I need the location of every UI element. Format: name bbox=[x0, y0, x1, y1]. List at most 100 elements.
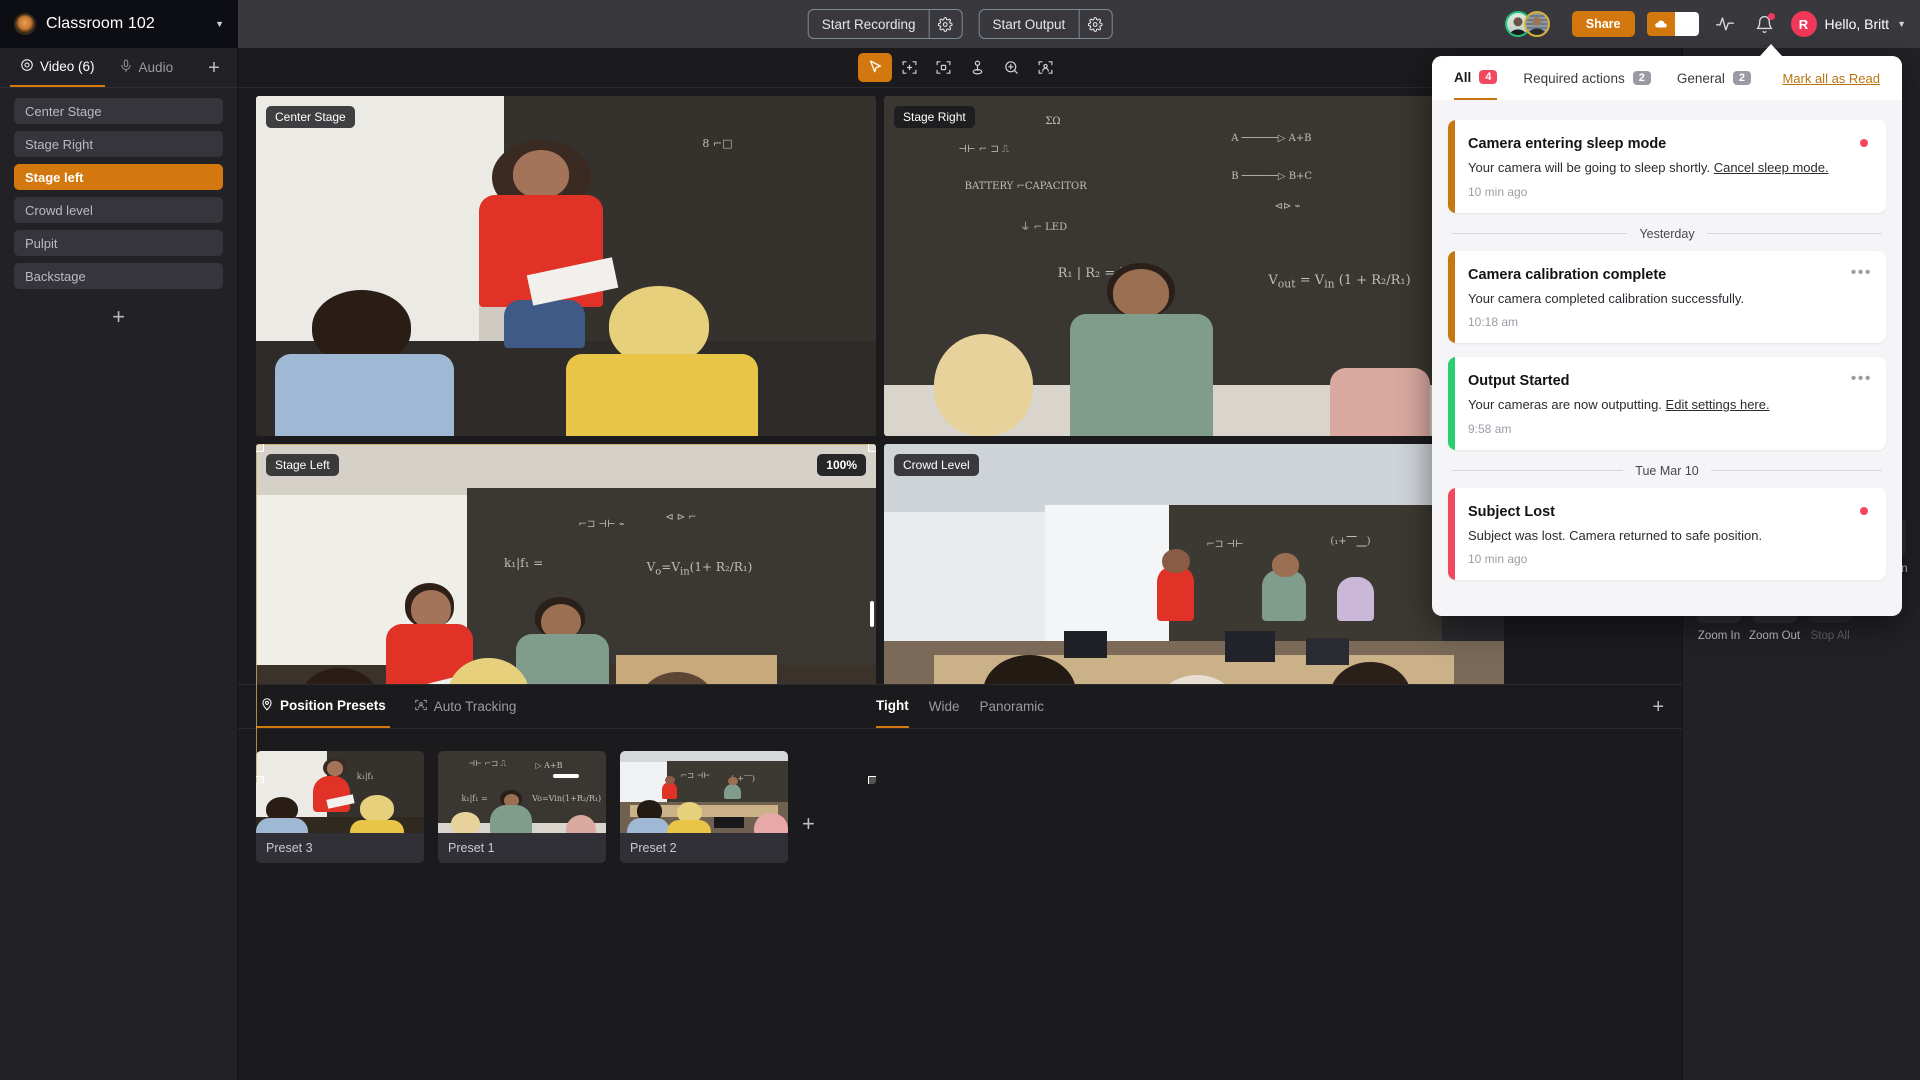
zoom-level-badge: 100% bbox=[817, 454, 866, 476]
preset-card[interactable]: ⌐⊐ ⊣⊢ (₁+⎺) Preset 2 bbox=[620, 751, 788, 863]
stop-all-label: Stop All bbox=[1810, 630, 1850, 642]
notification-item[interactable]: Subject Lost Subject was lost. Camera re… bbox=[1448, 487, 1886, 581]
notification-body-text: Your cameras are now outputting. bbox=[1468, 397, 1662, 413]
tab-audio[interactable]: Audio bbox=[109, 48, 184, 87]
notification-action-link[interactable]: Cancel sleep mode. bbox=[1714, 160, 1829, 175]
activity-monitor-icon[interactable] bbox=[1711, 10, 1739, 38]
sidebar-item-pulpit[interactable]: Pulpit bbox=[14, 230, 223, 256]
divider-line bbox=[1706, 233, 1883, 235]
resize-handle[interactable] bbox=[256, 444, 264, 452]
tab-all[interactable]: All 4 bbox=[1454, 57, 1498, 100]
start-recording-button[interactable]: Start Recording bbox=[809, 10, 929, 38]
severity-accent-bar bbox=[1448, 357, 1455, 450]
tab-general[interactable]: General 2 bbox=[1677, 57, 1751, 100]
tab-video-label: Video (6) bbox=[40, 59, 95, 74]
source-type-tabs: Video (6) Audio + bbox=[0, 48, 237, 88]
fov-tight[interactable]: Tight bbox=[875, 685, 909, 728]
preset-card[interactable]: k₁|f₁ Preset 3 bbox=[256, 751, 424, 863]
popover-arrow bbox=[1760, 44, 1782, 56]
preset-name: Preset 2 bbox=[630, 841, 677, 855]
preset-card[interactable]: ⊣⊢ ⌐⊐ ⎍ ▷ A+B k₁|f₁ = Vo=Vin(1+R₂/R₁) Pr… bbox=[438, 751, 606, 863]
cursor-tool[interactable] bbox=[858, 53, 892, 82]
pan-handle-bottom[interactable] bbox=[553, 774, 579, 778]
add-preset-tile-button[interactable]: + bbox=[802, 813, 815, 835]
tab-required-actions-label: Required actions bbox=[1523, 70, 1625, 86]
resize-handle[interactable] bbox=[868, 776, 876, 784]
notification-body: Your camera completed calibration succes… bbox=[1468, 290, 1745, 306]
video-tile-label: Crowd Level bbox=[894, 454, 979, 476]
notification-item[interactable]: Camera calibration complete Your camera … bbox=[1448, 250, 1886, 344]
notification-title: Subject Lost bbox=[1468, 503, 1556, 520]
cloud-output-toggle[interactable] bbox=[1646, 12, 1699, 36]
video-tile-center-stage[interactable]: R₁ | R₂ 8 ⌐□ Center Stage bbox=[256, 96, 876, 436]
divider-line bbox=[1710, 470, 1883, 472]
chevron-down-icon: ▼ bbox=[1897, 19, 1906, 29]
sidebar-item-backstage[interactable]: Backstage bbox=[14, 263, 223, 289]
divider-line bbox=[1452, 233, 1628, 235]
fov-wide[interactable]: Wide bbox=[929, 685, 960, 728]
share-button[interactable]: Share bbox=[1571, 11, 1635, 37]
notification-more-menu-icon[interactable]: ••• bbox=[1851, 264, 1872, 281]
notification-title: Output Started bbox=[1468, 373, 1570, 390]
avatar[interactable] bbox=[1523, 11, 1550, 37]
start-output-group[interactable]: Start Output bbox=[978, 9, 1113, 39]
notification-item[interactable]: Camera entering sleep mode Your camera w… bbox=[1448, 120, 1886, 213]
severity-accent-bar bbox=[1448, 120, 1455, 213]
sidebar-item-crowd-level[interactable]: Crowd level bbox=[14, 197, 223, 223]
presets-tabs: Position Presets Auto Tracking Tight Wid… bbox=[238, 685, 1682, 729]
tab-auto-tracking[interactable]: Auto Tracking bbox=[410, 685, 521, 728]
workspace-selector[interactable]: Classroom 102 ▼ bbox=[0, 0, 238, 48]
notification-action-link[interactable]: Edit settings here. bbox=[1666, 397, 1770, 412]
user-menu[interactable]: R Hello, Britt ▼ bbox=[1790, 11, 1906, 37]
resize-handle[interactable] bbox=[256, 776, 264, 784]
fov-panoramic[interactable]: Panoramic bbox=[979, 685, 1044, 728]
zoom-tool[interactable] bbox=[994, 53, 1028, 82]
resize-handle[interactable] bbox=[868, 444, 876, 452]
preset-name: Preset 1 bbox=[448, 841, 495, 855]
date-divider-label: Tue Mar 10 bbox=[1635, 463, 1699, 478]
tab-required-actions[interactable]: Required actions 2 bbox=[1523, 57, 1651, 100]
notification-timestamp: 10:18 am bbox=[1468, 315, 1519, 330]
app-logo-icon bbox=[14, 13, 36, 35]
tab-auto-tracking-label: Auto Tracking bbox=[433, 699, 517, 714]
mark-all-as-read-link[interactable]: Mark all as Read bbox=[1782, 71, 1880, 86]
notifications-bell-icon[interactable] bbox=[1751, 10, 1779, 38]
tab-audio-label: Audio bbox=[138, 60, 174, 75]
user-greeting: Hello, Britt bbox=[1824, 16, 1890, 32]
start-output-button[interactable]: Start Output bbox=[980, 10, 1079, 38]
notification-timestamp: 10 min ago bbox=[1468, 184, 1528, 199]
tab-position-presets-label: Position Presets bbox=[280, 698, 386, 713]
recording-settings-gear-icon[interactable] bbox=[930, 10, 962, 38]
sidebar-item-center-stage[interactable]: Center Stage bbox=[14, 98, 223, 124]
tab-required-actions-count: 2 bbox=[1632, 71, 1651, 85]
start-recording-group[interactable]: Start Recording bbox=[807, 9, 963, 39]
sidebar-item-stage-right[interactable]: Stage Right bbox=[14, 131, 223, 157]
notifications-popover: All 4 Required actions 2 General 2 Mark … bbox=[1432, 56, 1902, 616]
camera-feed: R₁ | R₂ 8 ⌐□ bbox=[256, 96, 876, 436]
add-camera-button[interactable]: + bbox=[14, 306, 223, 328]
severity-accent-bar bbox=[1448, 487, 1455, 581]
notification-item[interactable]: Output Started Your cameras are now outp… bbox=[1448, 357, 1886, 450]
tab-video[interactable]: Video (6) bbox=[10, 48, 105, 87]
reframe-tool[interactable] bbox=[926, 53, 960, 82]
notification-list: Camera entering sleep mode Your camera w… bbox=[1432, 100, 1902, 616]
video-tile-stage-right[interactable]: ΣΩ ⊣⊢ ⌐ ⊐ ⎍ BATTERY ⌐CAPACITOR ⏚ ⌐ LED A… bbox=[884, 96, 1504, 436]
tab-position-presets[interactable]: Position Presets bbox=[256, 685, 390, 728]
joystick-tool[interactable] bbox=[960, 53, 994, 82]
preset-list: k₁|f₁ Preset 3 ⊣⊢ ⌐⊐ ⎍ ▷ A+B k₁|f₁ = Vo=… bbox=[238, 729, 1682, 885]
add-preset-button[interactable]: + bbox=[1652, 697, 1664, 717]
notification-more-menu-icon[interactable]: ••• bbox=[1851, 371, 1872, 387]
sidebar-item-stage-left[interactable]: Stage left bbox=[14, 164, 223, 190]
notification-title: Camera entering sleep mode bbox=[1468, 136, 1667, 152]
tab-general-label: General bbox=[1676, 70, 1725, 86]
zoom-in-label: Zoom In bbox=[1697, 630, 1741, 642]
pan-handle-right[interactable] bbox=[870, 601, 874, 627]
notification-body-text: Your camera will be going to sleep short… bbox=[1468, 160, 1711, 175]
add-source-button[interactable]: + bbox=[201, 58, 227, 78]
subject-framing-tool[interactable] bbox=[1028, 53, 1062, 82]
add-frame-tool[interactable] bbox=[892, 53, 926, 82]
user-avatar: R bbox=[1790, 11, 1817, 37]
notification-body: Your cameras are now outputting. Edit se… bbox=[1468, 396, 1868, 414]
camera-list: Center Stage Stage Right Stage left Crow… bbox=[0, 88, 237, 338]
output-settings-gear-icon[interactable] bbox=[1079, 10, 1111, 38]
